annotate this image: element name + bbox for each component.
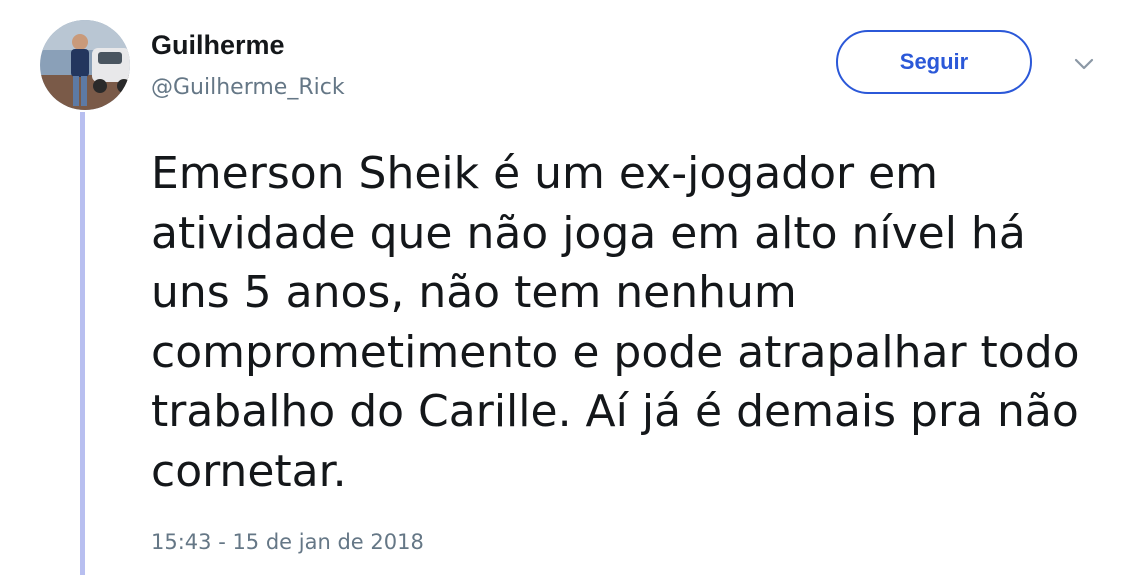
chevron-down-icon[interactable]: [1071, 54, 1097, 74]
tweet-text: Emerson Sheik é um ex-jogador em ativida…: [151, 148, 1080, 497]
avatar-photo: [40, 20, 130, 110]
user-name[interactable]: Guilherme: [151, 28, 285, 62]
follow-button[interactable]: Seguir: [836, 30, 1032, 94]
user-handle[interactable]: @Guilherme_Rick: [151, 73, 345, 103]
avatar[interactable]: [40, 20, 130, 110]
thread-line: [80, 112, 85, 575]
tweet-timestamp[interactable]: 15:43 - 15 de jan de 2018: [151, 528, 424, 556]
